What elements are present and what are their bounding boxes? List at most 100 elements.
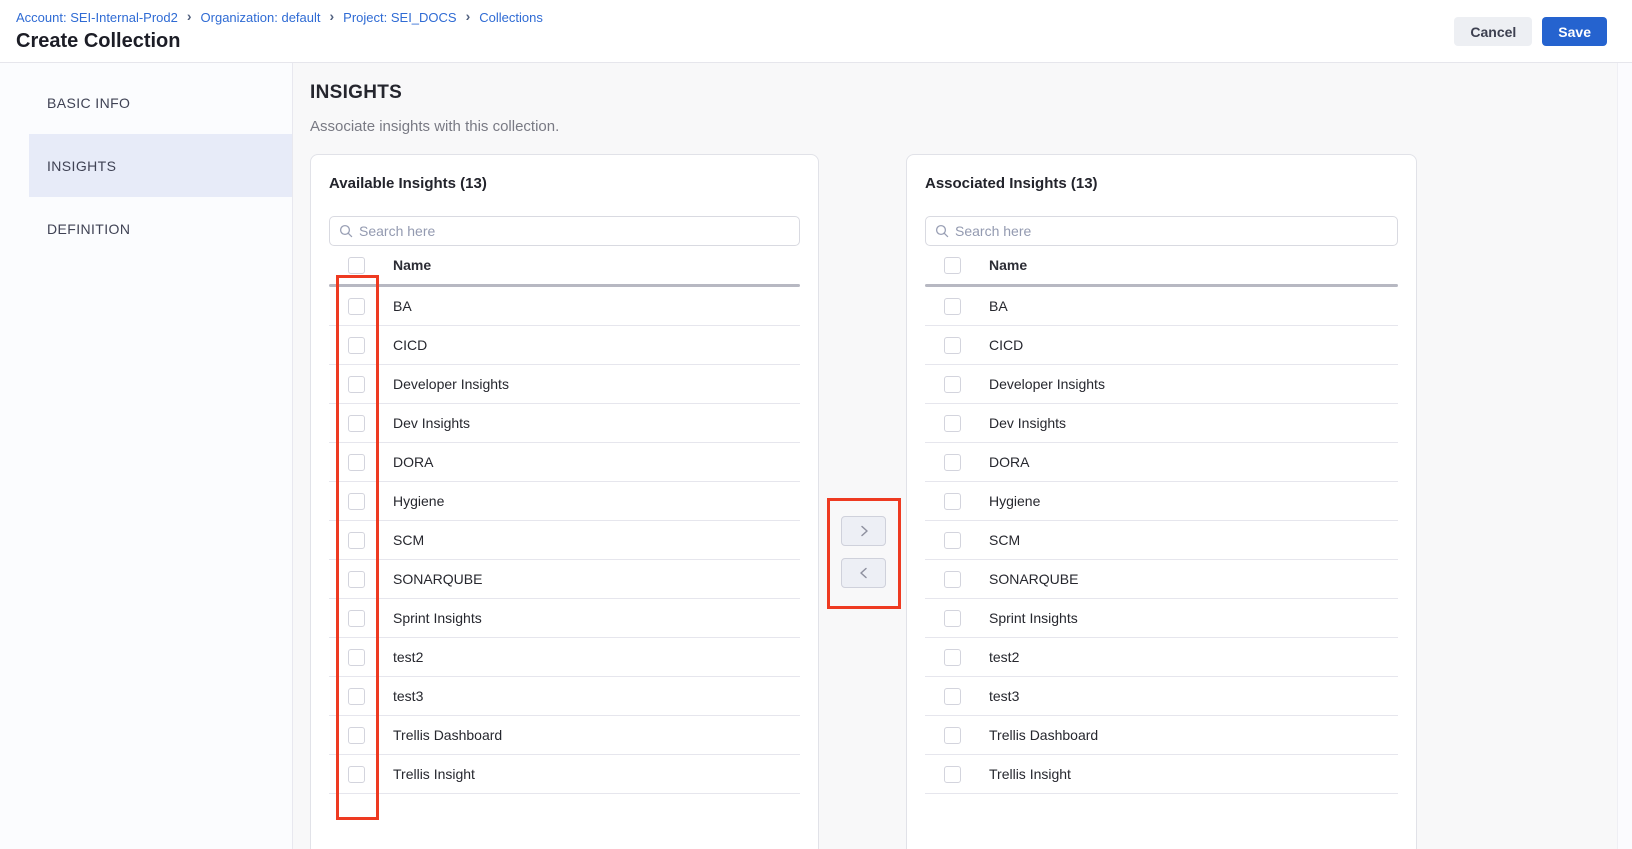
insight-name: test3 xyxy=(989,688,1019,704)
table-row[interactable]: test2 xyxy=(925,638,1398,677)
table-row[interactable]: test3 xyxy=(329,677,800,716)
row-checkbox[interactable] xyxy=(944,415,961,432)
insight-name: Trellis Insight xyxy=(989,766,1071,782)
available-search-input[interactable] xyxy=(359,223,790,239)
row-checkbox[interactable] xyxy=(348,727,365,744)
breadcrumb-link[interactable]: Account: SEI-Internal-Prod2 xyxy=(16,10,178,25)
table-row[interactable]: Hygiene xyxy=(329,482,800,521)
table-row[interactable]: SONARQUBE xyxy=(925,560,1398,599)
row-checkbox[interactable] xyxy=(944,610,961,627)
table-row[interactable]: CICD xyxy=(329,326,800,365)
table-row[interactable]: Trellis Insight xyxy=(329,755,800,794)
move-right-button[interactable] xyxy=(841,516,886,546)
table-row[interactable]: SCM xyxy=(925,521,1398,560)
table-row[interactable]: Sprint Insights xyxy=(925,599,1398,638)
breadcrumb-separator-icon: › xyxy=(330,8,335,24)
insight-name: BA xyxy=(989,298,1008,314)
row-checkbox[interactable] xyxy=(348,610,365,627)
associated-insights-list: BA CICD Developer Insights Dev Insights DORA… xyxy=(925,287,1398,794)
row-checkbox[interactable] xyxy=(944,727,961,744)
row-checkbox[interactable] xyxy=(944,454,961,471)
table-row[interactable]: Hygiene xyxy=(925,482,1398,521)
move-left-button[interactable] xyxy=(841,558,886,588)
table-row[interactable]: Developer Insights xyxy=(925,365,1398,404)
table-row[interactable]: Developer Insights xyxy=(329,365,800,404)
table-row[interactable]: CICD xyxy=(925,326,1398,365)
page-header: Account: SEI-Internal-Prod2 › Organization… xyxy=(0,0,1632,63)
row-checkbox[interactable] xyxy=(348,532,365,549)
sidebar-item-basic-info[interactable]: BASIC INFO xyxy=(0,71,292,134)
breadcrumb-link[interactable]: Collections xyxy=(479,10,543,25)
vertical-scrollbar-track[interactable] xyxy=(1617,63,1632,849)
associated-select-all-checkbox[interactable] xyxy=(944,257,961,274)
row-checkbox[interactable] xyxy=(348,688,365,705)
row-checkbox[interactable] xyxy=(348,376,365,393)
available-search-box xyxy=(329,216,800,246)
insight-name: DORA xyxy=(989,454,1029,470)
table-row[interactable]: test3 xyxy=(925,677,1398,716)
table-row[interactable]: SCM xyxy=(329,521,800,560)
row-checkbox[interactable] xyxy=(944,376,961,393)
insight-name: Sprint Insights xyxy=(393,610,482,626)
sidebar-item-definition[interactable]: DEFINITION xyxy=(0,197,292,260)
insight-name: Sprint Insights xyxy=(989,610,1078,626)
table-row[interactable]: Trellis Insight xyxy=(925,755,1398,794)
sidebar-item-insights[interactable]: INSIGHTS xyxy=(29,134,292,197)
table-row[interactable]: test2 xyxy=(329,638,800,677)
table-row[interactable]: Sprint Insights xyxy=(329,599,800,638)
row-checkbox[interactable] xyxy=(944,766,961,783)
create-collection-page: Account: SEI-Internal-Prod2 › Organization… xyxy=(0,0,1632,849)
table-row[interactable]: BA xyxy=(925,287,1398,326)
table-row[interactable]: SONARQUBE xyxy=(329,560,800,599)
row-checkbox[interactable] xyxy=(944,688,961,705)
row-checkbox[interactable] xyxy=(944,532,961,549)
row-checkbox[interactable] xyxy=(348,298,365,315)
row-checkbox[interactable] xyxy=(348,337,365,354)
insight-name: Hygiene xyxy=(989,493,1040,509)
breadcrumb-separator-icon: › xyxy=(187,8,192,24)
section-subtitle: Associate insights with this collection. xyxy=(310,118,559,135)
insight-name: Developer Insights xyxy=(989,376,1105,392)
breadcrumb-link[interactable]: Project: SEI_DOCS xyxy=(343,10,456,25)
available-insights-panel: Available Insights (13) Name BACICDDevel… xyxy=(310,154,819,849)
insight-name: SONARQUBE xyxy=(989,571,1078,587)
row-checkbox[interactable] xyxy=(348,493,365,510)
table-row[interactable]: Dev Insights xyxy=(329,404,800,443)
search-icon xyxy=(339,224,353,238)
row-checkbox[interactable] xyxy=(944,298,961,315)
insight-name: CICD xyxy=(989,337,1023,353)
row-checkbox[interactable] xyxy=(944,493,961,510)
breadcrumb-link[interactable]: Organization: default xyxy=(201,10,321,25)
available-table-header: Name xyxy=(329,246,800,284)
row-checkbox[interactable] xyxy=(348,571,365,588)
breadcrumb: Account: SEI-Internal-Prod2 › Organization… xyxy=(16,9,543,25)
row-checkbox[interactable] xyxy=(348,649,365,666)
associated-insights-title: Associated Insights (13) xyxy=(925,175,1398,192)
cancel-button[interactable]: Cancel xyxy=(1454,17,1532,46)
search-icon xyxy=(935,224,949,238)
insight-name: Dev Insights xyxy=(393,415,470,431)
table-row[interactable]: Trellis Dashboard xyxy=(925,716,1398,755)
insight-name: DORA xyxy=(393,454,433,470)
insight-name: test2 xyxy=(393,649,423,665)
table-row[interactable]: DORA xyxy=(925,443,1398,482)
table-row[interactable]: BA xyxy=(329,287,800,326)
available-select-all-checkbox[interactable] xyxy=(348,257,365,274)
row-checkbox[interactable] xyxy=(944,571,961,588)
table-row[interactable]: Trellis Dashboard xyxy=(329,716,800,755)
row-checkbox[interactable] xyxy=(348,415,365,432)
associated-search-input[interactable] xyxy=(955,223,1388,239)
table-row[interactable]: DORA xyxy=(329,443,800,482)
row-checkbox[interactable] xyxy=(348,766,365,783)
row-checkbox[interactable] xyxy=(944,337,961,354)
insight-name: test2 xyxy=(989,649,1019,665)
insight-name: SCM xyxy=(393,532,424,548)
row-checkbox[interactable] xyxy=(348,454,365,471)
breadcrumb-separator-icon: › xyxy=(466,8,471,24)
insight-name: Trellis Dashboard xyxy=(393,727,502,743)
row-checkbox[interactable] xyxy=(944,649,961,666)
available-insights-title: Available Insights (13) xyxy=(329,175,800,192)
insight-name: Trellis Insight xyxy=(393,766,475,782)
save-button[interactable]: Save xyxy=(1542,17,1607,46)
table-row[interactable]: Dev Insights xyxy=(925,404,1398,443)
